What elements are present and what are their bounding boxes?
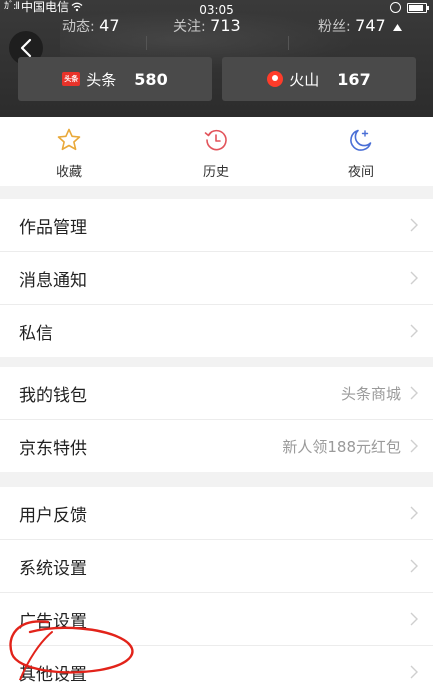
menu-item-title: 消息通知 [19, 270, 87, 291]
status-time: 03:05 [199, 3, 234, 17]
menu-item-ad-settings[interactable]: 广告设置 [0, 593, 433, 646]
platform-toutiao-button[interactable]: 头条 头条 580 [18, 57, 212, 101]
chevron-right-icon [410, 271, 418, 285]
profile-header: ｶﾞ:ll 中国电信 03:05 动态: 47 关注: 713 粉丝: 747 [0, 0, 433, 117]
stat-posts[interactable]: 动态: 47 [62, 16, 120, 36]
profile-stats: 动态: 47 关注: 713 粉丝: 747 [0, 16, 433, 50]
menu-group-settings: 用户反馈 系统设置 广告设置 其他设置 [0, 487, 433, 698]
menu-item-other-settings[interactable]: 其他设置 [0, 646, 433, 698]
menu-group-commerce: 我的钱包 头条商城 京东特供 新人领188元红包 [0, 367, 433, 472]
menu-group-content: 作品管理 消息通知 私信 [0, 199, 433, 357]
stat-divider [146, 36, 147, 50]
menu-item-title: 其他设置 [19, 664, 87, 685]
menu-item-private-messages[interactable]: 私信 [0, 305, 433, 357]
platform-toutiao-name: 头条 [86, 70, 117, 89]
stat-following[interactable]: 关注: 713 [173, 16, 241, 36]
platform-toutiao-count: 580 [134, 69, 168, 89]
caret-up-icon [393, 24, 403, 31]
stat-posts-label: 动态: [62, 19, 95, 35]
quick-action-label: 收藏 [55, 165, 82, 180]
menu-item-extra: 头条商城 [340, 384, 401, 403]
menu-item-works-management[interactable]: 作品管理 [0, 199, 433, 252]
menu-item-system-settings[interactable]: 系统设置 [0, 540, 433, 593]
chevron-right-icon [410, 218, 418, 232]
history-icon [204, 129, 227, 151]
stat-followers-value: 747 [355, 16, 386, 35]
stat-posts-value: 47 [99, 16, 120, 35]
menu-item-wallet[interactable]: 我的钱包 头条商城 [0, 367, 433, 420]
chevron-right-icon [410, 506, 418, 520]
menu-item-title: 我的钱包 [19, 385, 87, 406]
battery-icon [407, 2, 429, 13]
menu-item-title: 京东特供 [19, 438, 87, 459]
menu-item-jd-special[interactable]: 京东特供 新人领188元红包 [0, 420, 433, 472]
quick-action-label: 夜间 [347, 165, 374, 180]
huoshan-logo-icon [267, 71, 284, 87]
stat-following-value: 713 [210, 16, 241, 35]
quick-action-label: 历史 [202, 165, 229, 180]
menu-item-feedback[interactable]: 用户反馈 [0, 487, 433, 540]
quick-action-history[interactable]: 历史 [176, 117, 256, 186]
chevron-right-icon [410, 665, 418, 679]
menu-item-title: 广告设置 [19, 611, 87, 632]
stat-following-label: 关注: [173, 19, 206, 35]
star-icon [57, 128, 81, 151]
chevron-right-icon [410, 439, 418, 453]
alarm-icon [390, 2, 401, 13]
quick-action-favorites[interactable]: 收藏 [29, 117, 109, 186]
quick-actions: 收藏 历史 夜间 [0, 117, 433, 186]
platform-huoshan-count: 167 [337, 69, 371, 89]
stat-followers-label: 粉丝: [318, 19, 351, 35]
menu-item-title: 用户反馈 [19, 505, 87, 526]
quick-action-night-mode[interactable]: 夜间 [321, 117, 401, 186]
chevron-right-icon [410, 386, 418, 400]
platform-huoshan-name: 火山 [289, 70, 320, 89]
chevron-right-icon [410, 559, 418, 573]
status-bar-right [390, 2, 429, 13]
moon-icon [350, 129, 372, 151]
platform-huoshan-button[interactable]: 火山 167 [222, 57, 416, 101]
chevron-right-icon [410, 612, 418, 626]
menu-item-title: 系统设置 [19, 558, 87, 579]
menu-item-title: 作品管理 [19, 217, 87, 238]
menu-item-title: 私信 [19, 323, 53, 344]
toutiao-logo-icon: 头条 [62, 72, 81, 86]
menu-item-notifications[interactable]: 消息通知 [0, 252, 433, 305]
chevron-left-icon [20, 38, 32, 58]
stat-divider [288, 36, 289, 50]
menu-item-extra: 新人领188元红包 [282, 437, 401, 456]
chevron-right-icon [410, 324, 418, 338]
stat-followers[interactable]: 粉丝: 747 [318, 16, 403, 36]
